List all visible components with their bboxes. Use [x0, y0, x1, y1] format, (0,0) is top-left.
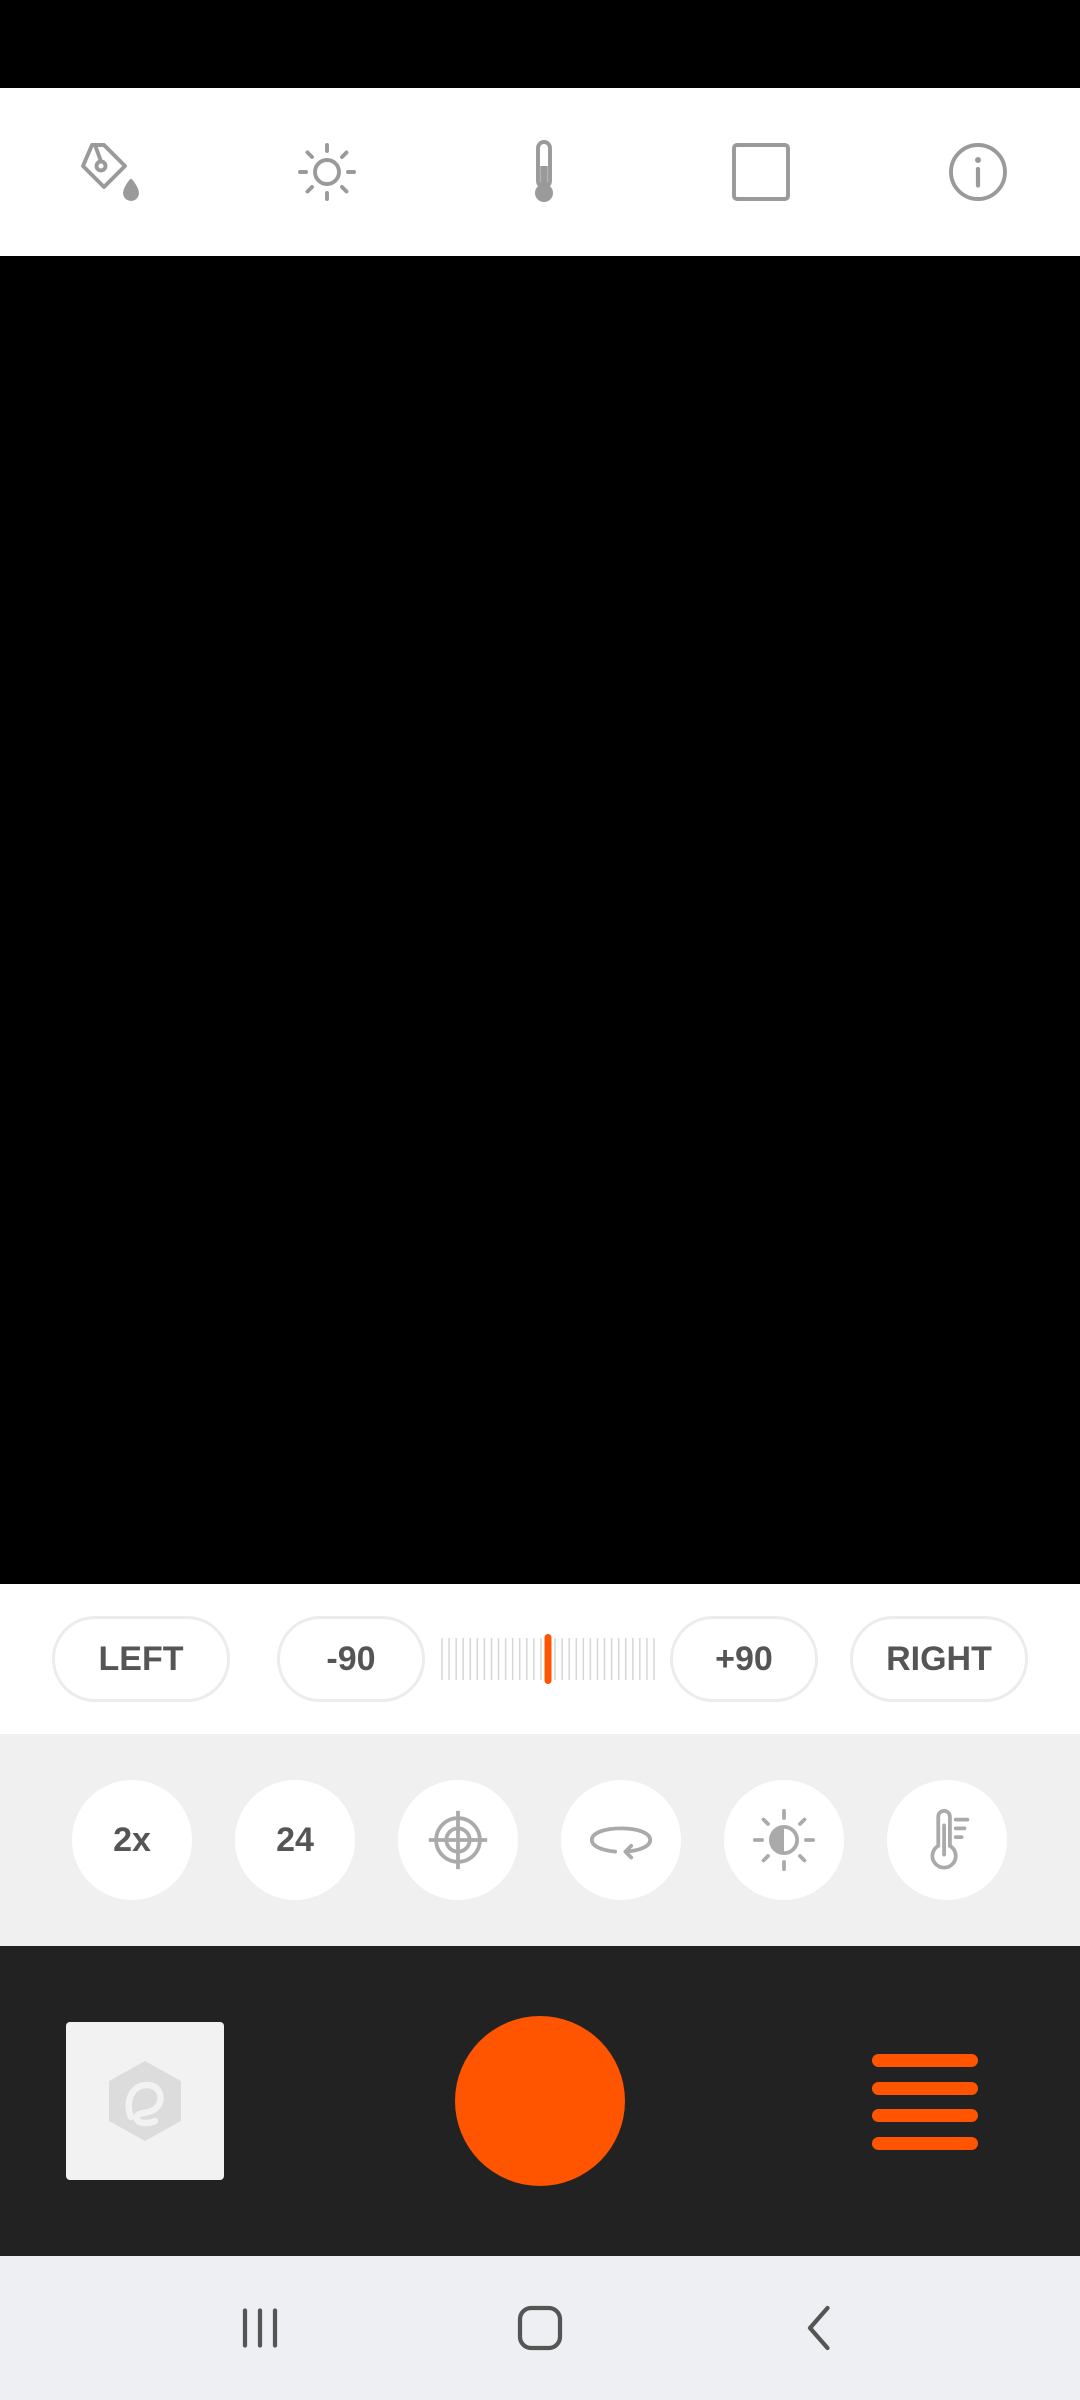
quick-settings-row: 2x 24	[0, 1734, 1080, 1946]
focus-button[interactable]	[398, 1780, 518, 1900]
exposure-icon	[752, 1808, 816, 1872]
square-frame-icon	[732, 143, 790, 201]
fps-button[interactable]: 24	[235, 1780, 355, 1900]
brightness-button[interactable]	[287, 132, 367, 212]
shutter-button[interactable]	[455, 2016, 625, 2186]
white-balance-button[interactable]	[504, 132, 584, 212]
rotate-button[interactable]	[561, 1780, 681, 1900]
level-bar: LEFT -90 +90 RIGHT	[0, 1584, 1080, 1734]
back-icon	[807, 2305, 830, 2351]
home-button[interactable]	[495, 2283, 585, 2373]
camera-viewfinder[interactable]	[0, 256, 1080, 1584]
info-button[interactable]	[938, 132, 1018, 212]
temperature-button[interactable]	[887, 1780, 1007, 1900]
system-navigation-bar	[0, 2256, 1080, 2400]
brightness-icon	[298, 143, 356, 201]
angle-slider[interactable]	[440, 1634, 656, 1684]
zoom-button[interactable]: 2x	[72, 1780, 192, 1900]
rotate-icon	[589, 1826, 653, 1860]
menu-button[interactable]	[872, 2054, 978, 2150]
exposure-button[interactable]	[724, 1780, 844, 1900]
info-icon	[949, 143, 1007, 201]
status-bar	[0, 0, 1080, 88]
thermometer-icon	[535, 140, 553, 202]
menu-line	[872, 2081, 978, 2095]
aspect-ratio-button[interactable]	[721, 132, 801, 212]
min-angle-button[interactable]: -90	[277, 1616, 425, 1702]
paint-bucket-button[interactable]	[70, 132, 150, 212]
menu-line	[872, 2136, 978, 2150]
paint-bucket-icon	[81, 143, 139, 201]
app-logo-icon	[109, 2061, 181, 2141]
gallery-thumbnail[interactable]	[66, 2022, 224, 2180]
target-icon	[428, 1810, 488, 1870]
menu-line	[872, 2054, 978, 2067]
max-angle-button[interactable]: +90	[670, 1616, 818, 1702]
home-icon	[517, 2305, 563, 2351]
angle-indicator[interactable]	[544, 1634, 552, 1684]
top-toolbar	[0, 88, 1080, 256]
right-button[interactable]: RIGHT	[850, 1616, 1028, 1702]
menu-line	[872, 2109, 978, 2123]
recents-icon	[242, 2308, 278, 2348]
bottom-controls	[0, 1946, 1080, 2256]
back-button[interactable]	[775, 2283, 865, 2373]
left-button[interactable]: LEFT	[52, 1616, 230, 1702]
recents-button[interactable]	[215, 2283, 305, 2373]
temperature-settings-icon	[930, 1808, 970, 1870]
